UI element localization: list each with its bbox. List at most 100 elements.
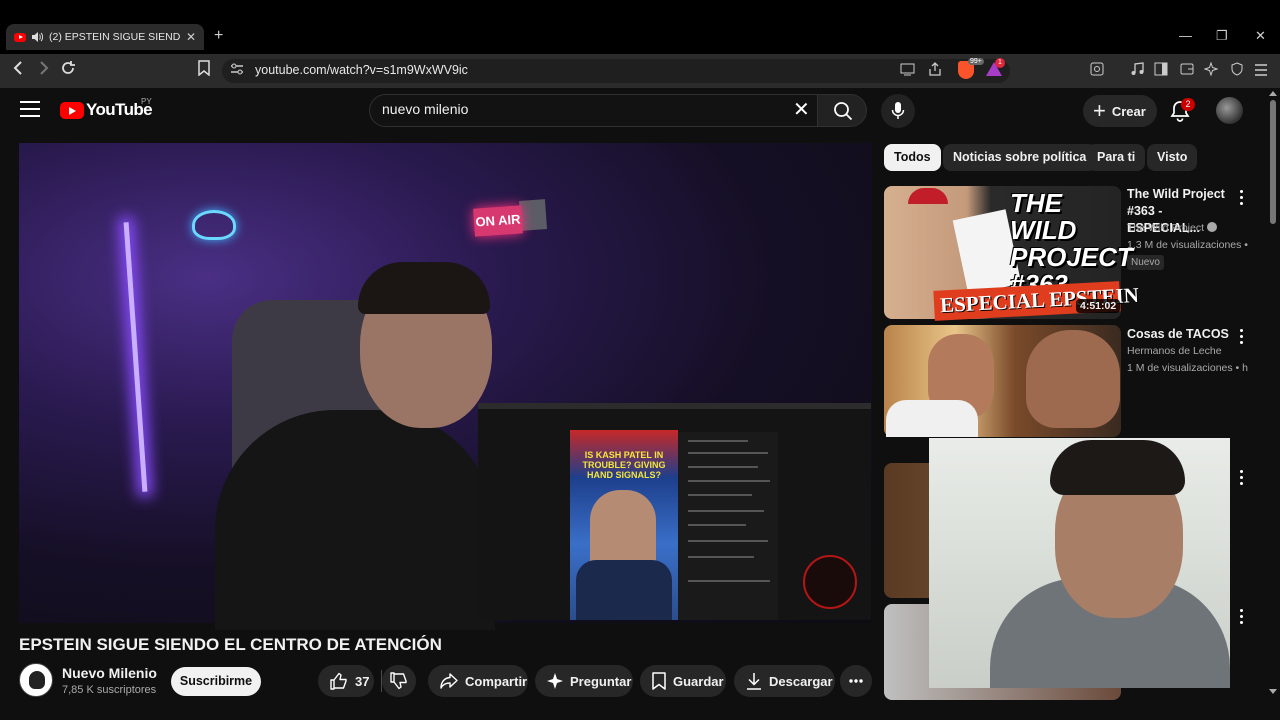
wallet-icon[interactable] [1180,62,1194,82]
channel-avatar[interactable] [19,663,53,697]
like-button[interactable]: 37 [318,665,374,697]
back-icon[interactable] [12,60,26,82]
recommendation-channel[interactable]: The Wild Project [1127,222,1248,234]
shared-video-caption: IS KASH PATEL IN TROUBLE? GIVING HAND SI… [582,450,666,480]
comment-line [688,480,770,482]
save-bookmark-icon [652,672,666,690]
channel-name[interactable]: Nuevo Milenio [62,665,157,681]
thumbs-down-icon [390,672,407,690]
chip-politics-news[interactable]: Noticias sobre política [943,144,1097,171]
browser-tab-active[interactable]: (2) EPSTEIN SIGUE SIENDO EL ✕ [6,24,204,50]
chip-all[interactable]: Todos [884,144,941,171]
video-title: EPSTEIN SIGUE SIENDO EL CENTRO DE ATENCI… [19,635,442,654]
download-label: Descargar [769,673,833,689]
tab-close-icon[interactable]: ✕ [186,30,196,44]
clear-search-icon[interactable]: ✕ [793,99,810,121]
thumbnail-shirt [886,400,978,437]
leo-ai-icon[interactable] [1203,61,1219,82]
thumbs-up-icon [330,672,347,690]
scroll-up-arrow-icon[interactable] [1269,91,1277,96]
search-icon [834,102,853,121]
new-badge: Nuevo [1127,255,1164,270]
like-count: 37 [355,673,370,689]
country-code: PY [141,97,152,106]
reload-icon[interactable] [60,60,76,82]
subscribe-button[interactable]: Suscribirme [171,667,261,696]
url-text[interactable]: youtube.com/watch?v=s1m9WxWV9ic [255,63,468,77]
bookmark-icon[interactable] [198,60,210,82]
cast-icon[interactable] [900,62,915,82]
site-settings-icon[interactable] [230,62,244,82]
more-horizontal-icon [849,679,863,683]
video-duration: 4:51:02 [1076,299,1121,313]
account-avatar[interactable] [1216,97,1243,124]
new-tab-icon[interactable]: + [214,27,223,45]
screenshot-icon[interactable] [1090,62,1104,82]
create-button[interactable]: + Crear [1083,95,1157,127]
media-icon[interactable] [1130,62,1144,82]
minimize-icon[interactable]: — [1179,28,1192,43]
recommendation-views: 1 M de visualizaciones • hace [1127,362,1248,374]
shared-comments-panel [678,432,778,620]
forward-icon[interactable] [36,60,50,82]
comment-line [688,510,764,512]
more-actions-button[interactable] [840,665,872,697]
streamer-body [215,410,495,630]
youtube-favicon-icon [14,32,26,42]
create-label: Crear [1111,103,1146,119]
share-label: Compartir [465,673,528,689]
scroll-down-arrow-icon[interactable] [1269,689,1277,694]
search-input[interactable]: nuevo milenio [382,101,468,117]
on-air-sign: ON AIR [473,205,523,237]
voice-search-button[interactable] [881,94,915,128]
on-air-sign-box [518,199,548,231]
ask-button[interactable]: Preguntar [535,665,633,697]
youtube-logo-icon[interactable] [60,102,84,119]
recommendation-views: 1,3 M de visualizaciones • hace [1127,239,1248,251]
recommendation-channel-name: The Wild Project [1127,222,1205,234]
dislike-button[interactable] [382,665,416,697]
comment-line [688,466,758,468]
rewards-count-badge: 1 [995,58,1005,68]
comment-line [688,440,748,442]
restore-icon[interactable]: ❐ [1216,28,1228,44]
save-label: Guardar [673,673,724,689]
sparkle-icon [547,673,563,689]
recommendation-title[interactable]: Cosas de TACOS [1127,326,1237,343]
channel-watermark-logo [803,555,857,609]
microphone-icon [891,102,905,119]
browser-menu-icon[interactable] [1254,62,1268,82]
shield-count-badge: 99+ [968,58,984,65]
more-vertical-icon[interactable] [1238,190,1244,208]
ask-label: Preguntar [570,673,632,689]
vpn-icon[interactable] [1230,62,1244,82]
search-button[interactable] [817,94,867,127]
chip-watched[interactable]: Visto [1147,144,1198,171]
notifications-badge: 2 [1181,98,1195,111]
download-button[interactable]: Descargar [734,665,835,697]
comment-line [688,556,754,558]
share-page-icon[interactable] [928,62,942,82]
comment-line [688,494,752,496]
comment-line [688,540,768,542]
share-icon [440,673,458,689]
sidebar-icon[interactable] [1154,62,1168,82]
share-button[interactable]: Compartir [428,665,528,697]
subscriber-count: 7,85 K suscriptores [62,684,157,696]
more-vertical-icon[interactable] [1238,329,1244,347]
window-close-icon[interactable]: ✕ [1255,28,1266,44]
speaker-icon[interactable] [32,32,43,42]
tab-title: (2) EPSTEIN SIGUE SIENDO EL [49,31,180,43]
recommendation-channel[interactable]: Hermanos de Leche [1127,345,1248,357]
comment-line [688,452,768,454]
chip-for-you[interactable]: Para ti [1087,144,1146,171]
streamer-hair [358,262,490,314]
more-vertical-icon[interactable] [1238,609,1244,627]
verified-icon [1207,222,1218,232]
scrollbar-thumb[interactable] [1270,100,1276,224]
comment-line [688,580,770,582]
more-vertical-icon[interactable] [1238,470,1244,488]
guide-menu-icon[interactable] [20,101,40,119]
save-button[interactable]: Guardar [640,665,726,697]
neon-ufo-sign [192,210,236,240]
